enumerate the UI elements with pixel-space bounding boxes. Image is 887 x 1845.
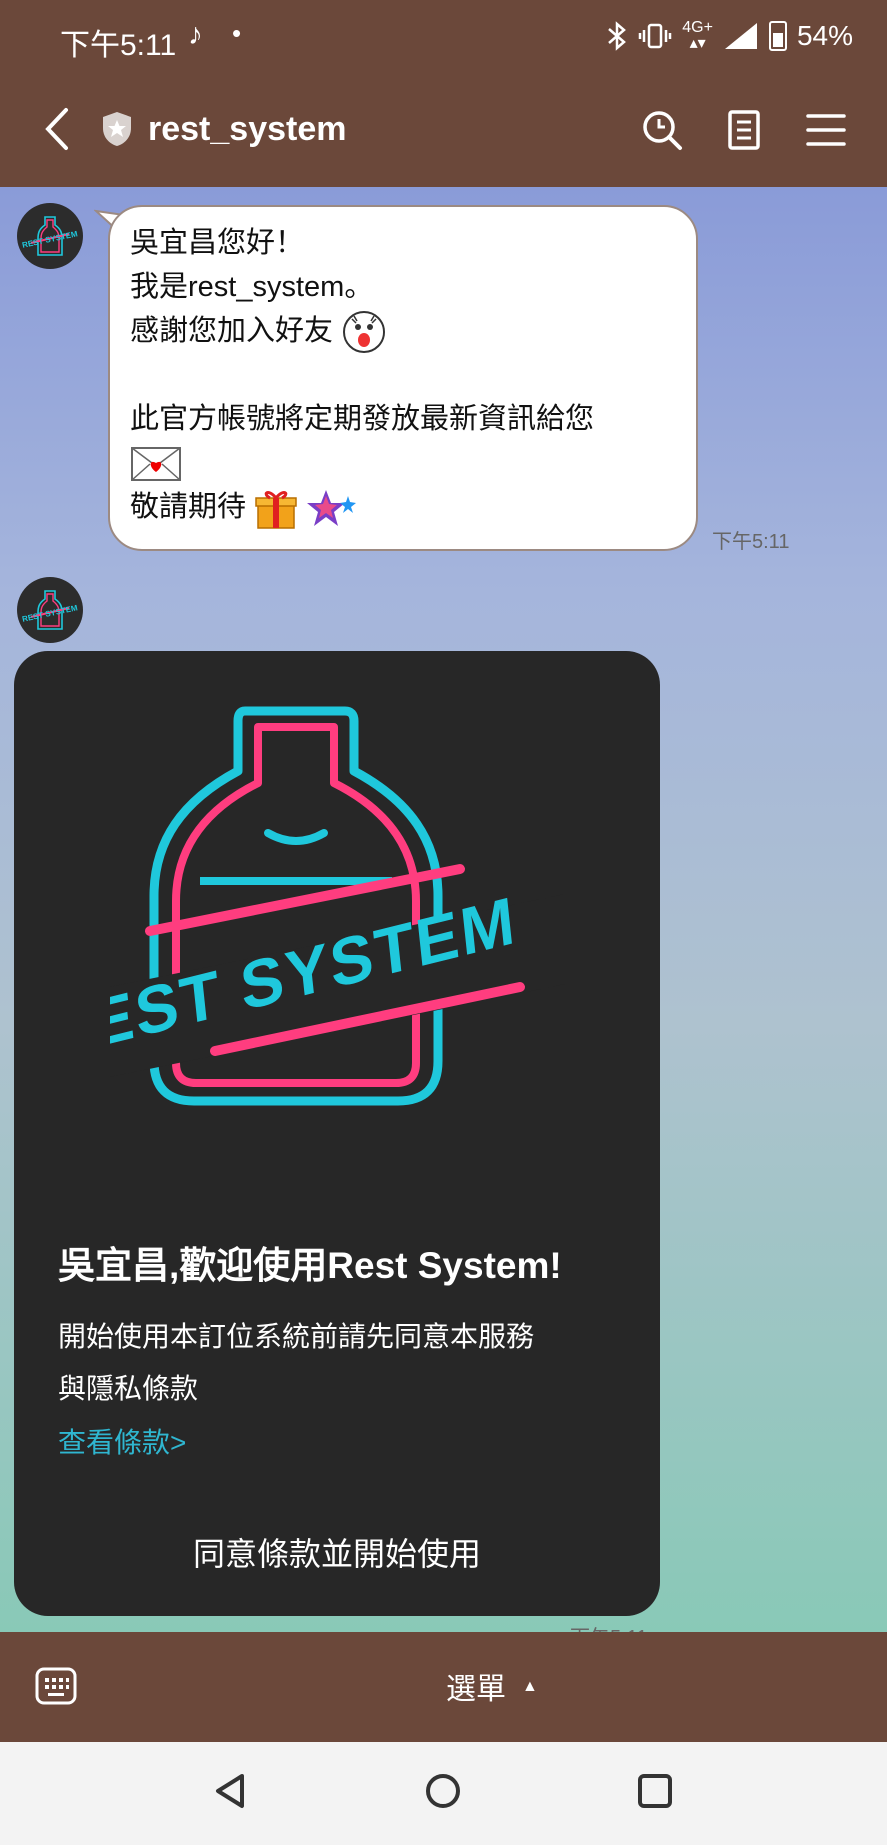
message-timestamp: 下午5:11 (570, 1621, 647, 1632)
message-line: 此官方帳號將定期發放最新資訊給您 (130, 403, 595, 435)
nav-recents-icon[interactable] (632, 1768, 678, 1814)
notes-icon[interactable] (722, 108, 766, 152)
message-line: 敬請期待 (130, 485, 676, 530)
rich-menu-bar: 選單 ▲ (0, 1632, 887, 1742)
chat-area[interactable]: REST SYSTEM 吳宜昌您好！ 我是rest_system。 感謝您加入好… (0, 187, 887, 1632)
message-line: 我是rest_system。 (130, 271, 374, 303)
keyboard-icon[interactable] (34, 1664, 78, 1708)
network-indicator: 4G+ ▴▾ (682, 19, 713, 52)
network-type: 4G (682, 19, 704, 36)
message-line-text: 感謝您加入好友 (130, 315, 334, 347)
system-navigation-bar (0, 1742, 887, 1845)
message-line: 感謝您加入好友 (130, 309, 676, 354)
menu-arrow-icon[interactable]: ▲ (522, 1678, 538, 1696)
battery-percent: 54% (796, 20, 853, 51)
agree-and-start-button[interactable]: 同意條款並開始使用 (14, 1511, 660, 1597)
message-line-text: 敬請期待 (130, 491, 247, 523)
svg-text:REST SYSTEM: REST SYSTEM (21, 229, 78, 250)
card-body-line: 開始使用本訂位系統前請先同意本服務 (58, 1321, 535, 1352)
welcome-card[interactable]: REST SYSTEM 吳宜昌,歡迎使用Rest System! 開始使用本訂位… (14, 651, 660, 1616)
view-terms-link[interactable]: 查看條款> (58, 1421, 186, 1461)
svg-text:REST SYSTEM: REST SYSTEM (21, 603, 78, 624)
card-body-line: 與隱私條款 (58, 1373, 199, 1404)
nav-home-icon[interactable] (420, 1768, 466, 1814)
avatar[interactable]: REST SYSTEM (17, 577, 83, 643)
chat-title: rest_system (148, 110, 347, 148)
notification-dot-icon: • (232, 18, 242, 48)
status-bar: 下午5:11 ♪ • 4G+ ▴▾ 54% (0, 0, 887, 72)
bluetooth-icon (608, 21, 627, 51)
back-arrow-icon[interactable] (38, 104, 78, 154)
love-letter-emoji-icon (131, 447, 181, 482)
chat-header: rest_system (0, 72, 887, 187)
card-title: 吳宜昌,歡迎使用Rest System! (58, 1245, 562, 1286)
status-time: 下午5:11 (60, 29, 177, 62)
message-timestamp: 下午5:11 (712, 531, 790, 553)
rest-system-logo-icon: REST SYSTEM (21, 590, 79, 630)
welcome-message-bubble[interactable]: 吳宜昌您好！ 我是rest_system。 感謝您加入好友 此官方帳號將定期發放… (108, 205, 698, 551)
avatar[interactable]: REST SYSTEM (17, 203, 83, 269)
menu-icon[interactable] (804, 108, 848, 152)
search-icon[interactable] (640, 108, 684, 152)
rest-system-logo-icon: REST SYSTEM (21, 216, 79, 256)
message-line: 吳宜昌您好！ (130, 227, 305, 259)
message-line (130, 441, 676, 485)
rest-system-neon-logo: REST SYSTEM (110, 706, 570, 1106)
sparkle-stars-emoji-icon (307, 490, 357, 527)
shield-badge-icon (103, 112, 131, 146)
network-suffix: + (703, 19, 713, 36)
signal-icon (724, 23, 757, 49)
vibrate-icon (639, 23, 672, 49)
card-body: 開始使用本訂位系統前請先同意本服務 與隱私條款 (58, 1311, 598, 1415)
gift-emoji-icon (255, 491, 297, 530)
battery-icon (768, 21, 787, 51)
surprised-face-emoji-icon (343, 311, 386, 354)
music-note-icon: ♪ (188, 18, 203, 51)
menu-toggle-label[interactable]: 選單 (446, 1664, 506, 1708)
nav-back-icon[interactable] (208, 1768, 254, 1814)
